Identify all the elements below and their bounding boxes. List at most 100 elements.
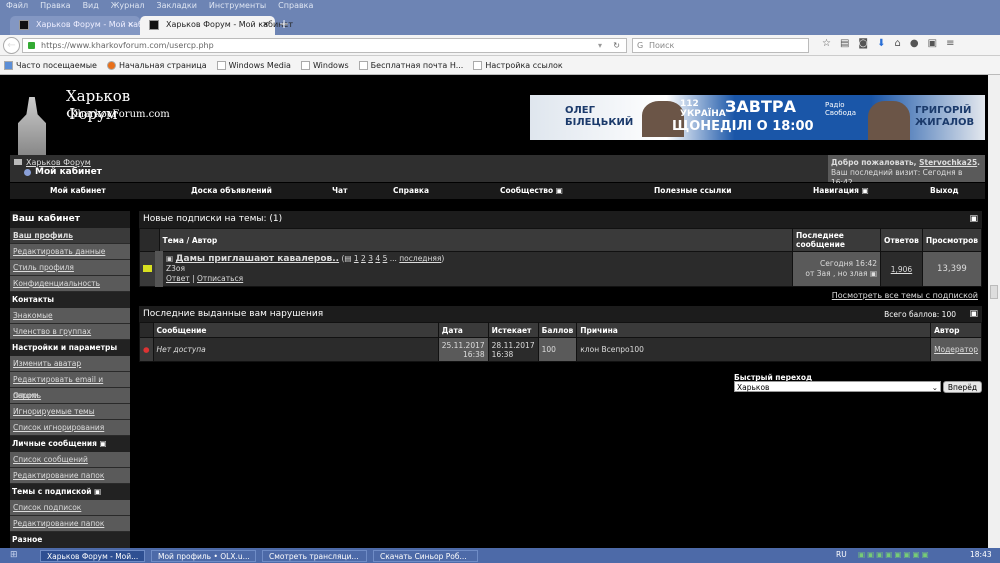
nav-logout[interactable]: Выход [930,183,959,199]
menu-tools[interactable]: Инструменты [209,0,266,12]
bookmark-item[interactable]: Windows [300,60,349,70]
breadcrumb-parent[interactable]: Харьков Форум [26,158,91,167]
tab-1[interactable]: Харьков Форум - Мой кабинет ✕ [10,16,163,35]
bookmark-item[interactable]: Бесплатная почта H... [358,60,463,70]
url-input[interactable]: https://www.kharkovforum.com/usercp.php … [22,38,627,53]
nav-classifieds[interactable]: Доска объявлений [191,183,272,199]
menu-help[interactable]: Справка [278,0,313,12]
menu-view[interactable]: Вид [83,0,99,12]
language-indicator[interactable]: RU [836,550,847,559]
reply-link[interactable]: Ответ [166,274,190,283]
nav-help[interactable]: Справка [393,183,429,199]
taskbar-item[interactable]: Харьков Форум - Мой... [40,549,145,562]
view-all-subscriptions-link[interactable]: Посмотреть все темы с подпиской [832,291,978,300]
panel-title: Последние выданные вам нарушения [143,309,324,319]
reading-list-icon[interactable]: ▤ [840,38,849,49]
taskbar-item[interactable]: Скачать Синьор Роб... [373,549,478,562]
bookmark-item[interactable]: Часто посещаемые [4,60,97,70]
download-icon[interactable]: ⬇ [877,38,885,49]
replies-link[interactable]: 1,906 [891,265,912,274]
page-link[interactable]: 2 [361,254,366,263]
menu-bookmarks[interactable]: Закладки [156,0,196,12]
menu-file[interactable]: Файл [6,0,28,12]
addon-icon[interactable]: ▣ [928,38,937,49]
folder-icon [14,159,22,165]
search-input[interactable]: G Поиск [632,38,809,53]
reload-icon[interactable]: ↻ [613,39,620,52]
nav-community[interactable]: Сообщество ▣ [500,183,563,199]
thread-author: Z3оя [166,264,186,273]
quick-jump-select[interactable]: Харьков ⌄ [734,381,941,392]
sidebar-item[interactable]: Редактировать email и пароль [10,372,130,400]
collapse-icon[interactable]: ▣ [969,211,978,228]
back-button[interactable]: ← [3,37,20,54]
sidebar-item[interactable]: Редактирование папок [10,516,130,532]
infractions-panel: Последние выданные вам нарушения Всего б… [139,306,982,362]
menu-edit[interactable]: Правка [40,0,70,12]
dropdown-icon[interactable]: ▾ [598,39,602,52]
tab-2-active[interactable]: Харьков Форум - Мой кабинет ✕ [140,16,293,35]
sidebar-item[interactable]: Конфиденциальность [10,276,130,292]
sidebar-item[interactable]: Стиль профиля [10,260,130,276]
close-icon[interactable]: ✕ [262,20,269,29]
site-logo[interactable]: Харьков Форум KharkovForum.com [10,83,180,155]
page-link[interactable]: 1 [354,254,359,263]
bookmark-item[interactable]: Windows Media [216,60,291,70]
chat-icon[interactable]: ● [910,38,919,49]
taskbar-item[interactable]: Смотреть трансляци... [262,549,367,562]
ad-banner[interactable]: ОЛЕГ БІЛЕЦЬКИЙ 112 УКРАЇНА ЗАВТРА ЩОНЕДІ… [530,95,985,140]
collapse-icon[interactable]: ▣ [969,306,978,322]
sidebar-item[interactable]: Список подписок [10,500,130,516]
dropdown-icon[interactable]: ▣ [97,439,107,448]
start-icon[interactable]: ⊞ [10,550,18,560]
dropdown-icon[interactable]: ▣ [92,487,101,496]
author-link[interactable]: Модератор [934,345,978,354]
sidebar-item[interactable]: Редактирование папок [10,468,130,484]
dropdown-icon: ▣ [555,186,563,195]
thread-icon: ▣ [166,254,174,263]
new-tab-button[interactable]: + [279,17,289,31]
sidebar-item[interactable]: Игнорируемые темы [10,404,130,420]
taskbar-item[interactable]: Мой профиль • OLX.u... [151,549,256,562]
sidebar-item[interactable]: Знакомые [10,308,130,324]
bookmark-item[interactable]: Настройка ссылок [473,60,563,70]
sidebar-section-header: Личные сообщения ▣ [10,436,130,452]
sidebar-section-header: Темы с подпиской ▣ [10,484,130,500]
search-icon: G [637,41,644,50]
sidebar-item[interactable]: Список сообщений [10,452,130,468]
favicon-icon [19,20,29,30]
welcome-box: Добро пожаловать, Stervochka25. Ваш посл… [828,155,985,187]
bookmark-item[interactable]: Начальная страница [106,60,207,70]
go-to-last-post-icon[interactable]: ▣ [870,269,877,278]
pocket-icon[interactable]: ◙ [858,38,868,49]
nav-navigation[interactable]: Навигация ▣ [813,183,869,199]
nav-my-cabinet[interactable]: Мой кабинет [50,183,106,199]
menu-history[interactable]: Журнал [111,0,145,12]
unsubscribe-link[interactable]: Отписаться [197,274,243,283]
page-link[interactable]: 4 [375,254,380,263]
nav-useful-links[interactable]: Полезные ссылки [654,183,732,199]
new-posts-icon [143,264,152,272]
clock: 18:43 [970,550,992,559]
sidebar-item[interactable]: Изменить аватар [10,356,130,372]
menu-icon[interactable]: ≡ [946,38,954,49]
last-page-link[interactable]: последняя [399,254,441,263]
sidebar-item[interactable]: Ваш профиль [10,228,130,244]
quick-jump-go-button[interactable]: Вперёд [943,381,982,393]
sidebar-item[interactable]: Опции [10,388,130,404]
vertical-scrollbar[interactable] [988,75,1000,548]
page-link[interactable]: 3 [368,254,373,263]
close-icon[interactable]: ✕ [127,20,134,29]
page-link[interactable]: 5 [383,254,388,263]
table-row: ● Нет доступа 25.11.2017 16:38 28.11.2017… [139,337,982,362]
sidebar-item[interactable]: Членство в группах [10,324,130,340]
nav-chat[interactable]: Чат [332,183,347,199]
username-link[interactable]: Stervochka25 [919,158,977,167]
tray-icons[interactable]: ▣▣▣▣▣▣▣▣ [858,550,931,559]
scrollbar-thumb[interactable] [990,285,998,299]
thread-title-link[interactable]: Дамы приглашают кавалеров.. [175,254,339,264]
home-icon[interactable]: ⌂ [895,38,901,49]
bookmark-star-icon[interactable]: ☆ [822,38,831,49]
sidebar-item[interactable]: Список игнорирования [10,420,130,436]
sidebar-item[interactable]: Редактировать данные [10,244,130,260]
